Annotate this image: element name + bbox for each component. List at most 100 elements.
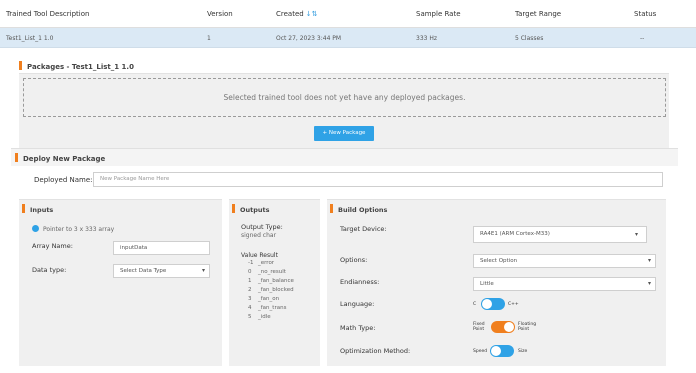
new-package-button[interactable]: + New Package — [314, 126, 374, 141]
deployed-name-row: Deployed Name: New Package Name Here — [11, 166, 678, 194]
output-row: 5 _idle — [229, 314, 320, 323]
math-type-label: Math Type: — [340, 324, 376, 332]
math-option-fixed: Fixed Point — [473, 322, 485, 332]
section-marker — [232, 204, 235, 213]
packages-empty-state: Selected trained tool does not yet have … — [23, 78, 666, 117]
output-result-header: Result — [259, 252, 278, 259]
sort-icon[interactable]: ↓⇅ — [306, 10, 318, 18]
output-row: -1 _error — [229, 260, 320, 269]
language-toggle[interactable]: C C++ — [473, 297, 533, 311]
math-type-toggle[interactable]: Fixed Point Floating Point — [473, 319, 563, 335]
data-type-select[interactable]: Select Data Type ▾ — [113, 264, 210, 278]
row-version: 1 — [207, 35, 211, 42]
output-result: _fan_blocked — [258, 287, 294, 293]
options-label: Options: — [340, 256, 368, 264]
output-row: 1 _fan_balance — [229, 278, 320, 287]
col-description[interactable]: Trained Tool Description — [6, 10, 89, 18]
chevron-down-icon: ▾ — [634, 231, 638, 238]
packages-title-text: Packages - Test1_List_1 1.0 — [27, 63, 134, 71]
packages-empty-message: Selected trained tool does not yet have … — [223, 93, 466, 102]
language-option-cpp: C++ — [508, 302, 519, 307]
deployed-name-input[interactable]: New Package Name Here — [93, 172, 663, 187]
data-type-label: Data type: — [32, 266, 67, 274]
col-version[interactable]: Version — [207, 10, 233, 18]
col-created-label: Created — [276, 10, 304, 18]
section-marker — [330, 204, 333, 213]
array-name-input[interactable]: inputData — [113, 241, 210, 255]
output-row: 4 _fan_trans — [229, 305, 320, 314]
packages-panel: Selected trained tool does not yet have … — [19, 73, 669, 148]
output-result: _fan_on — [258, 296, 280, 302]
output-result: _idle — [258, 314, 271, 320]
output-value-header: Value — [241, 252, 258, 259]
data-type-value: Select Data Type — [120, 268, 167, 274]
deploy-header: Deploy New Package — [11, 148, 678, 166]
toggle-knob — [482, 299, 492, 309]
inputs-hint: Pointer to 3 x 333 array — [32, 225, 114, 233]
target-device-select[interactable]: RA4E1 (ARM Cortex-M33) ▾ — [473, 226, 647, 243]
table-header: Trained Tool Description Version Created… — [0, 0, 696, 28]
chevron-down-icon: ▾ — [647, 280, 651, 287]
deploy-title: Deploy New Package — [15, 153, 105, 163]
deploy-title-text: Deploy New Package — [23, 155, 106, 163]
outputs-title-text: Outputs — [240, 206, 270, 214]
section-marker — [15, 153, 18, 162]
inputs-hint-text: Pointer to 3 x 333 array — [43, 226, 115, 233]
output-result: _fan_balance — [258, 278, 294, 284]
output-row: 3 _fan_on — [229, 296, 320, 305]
output-result: _error — [258, 260, 275, 266]
output-value: 5 — [248, 314, 252, 320]
inputs-panel: Inputs Pointer to 3 x 333 array Array Na… — [19, 199, 222, 366]
row-created: Oct 27, 2023 3:44 PM — [276, 35, 342, 42]
output-value: 1 — [248, 278, 252, 284]
output-type-value: signed char — [241, 232, 277, 239]
output-type-label: Output Type: — [241, 223, 283, 231]
section-marker — [22, 204, 25, 213]
optimization-label: Optimization Method: — [340, 347, 411, 355]
math-type-switch[interactable] — [491, 321, 515, 333]
inputs-title: Inputs — [22, 204, 53, 214]
optimization-toggle[interactable]: Speed Size — [473, 344, 543, 358]
output-value: 4 — [248, 305, 252, 311]
outputs-title: Outputs — [232, 204, 270, 214]
language-label: Language: — [340, 300, 375, 308]
output-row: 2 _fan_blocked — [229, 287, 320, 296]
table-row[interactable]: Test1_List_1 1.0 1 Oct 27, 2023 3:44 PM … — [0, 28, 696, 48]
output-value: 0 — [248, 269, 252, 275]
math-option-floating: Floating Point — [518, 322, 537, 332]
info-icon — [32, 225, 39, 232]
output-table-header: Value Result — [241, 252, 278, 259]
output-value: 3 — [248, 296, 252, 302]
options-select[interactable]: Select Option ▾ — [473, 254, 656, 268]
toggle-knob — [504, 322, 514, 332]
col-status[interactable]: Status — [634, 10, 656, 18]
chevron-down-icon: ▾ — [647, 257, 651, 264]
deployed-name-label: Deployed Name: — [34, 176, 93, 184]
output-value: -1 — [248, 260, 254, 266]
row-target-range: 5 Classes — [515, 35, 544, 42]
build-options-panel: Build Options Target Device: RA4E1 (ARM … — [327, 199, 666, 366]
deploy-page: Trained Tool Description Version Created… — [0, 0, 696, 373]
optimization-switch[interactable] — [490, 345, 514, 357]
language-switch[interactable] — [481, 298, 505, 310]
col-target-range[interactable]: Target Range — [515, 10, 561, 18]
col-sample-rate[interactable]: Sample Rate — [416, 10, 461, 18]
row-status: -- — [640, 35, 645, 42]
build-options-title-text: Build Options — [338, 206, 388, 214]
endianness-select[interactable]: Little ▾ — [473, 277, 656, 291]
endianness-label: Endianness: — [340, 278, 380, 286]
col-created[interactable]: Created ↓⇅ — [276, 10, 317, 18]
row-sample-rate: 333 Hz — [416, 35, 438, 42]
build-options-title: Build Options — [330, 204, 387, 214]
opt-option-speed: Speed — [473, 349, 488, 354]
toggle-knob — [491, 346, 501, 356]
options-value: Select Option — [480, 258, 518, 264]
target-device-label: Target Device: — [340, 225, 387, 233]
output-result: _no_result — [258, 269, 286, 275]
outputs-panel: Outputs Output Type: signed char Value R… — [229, 199, 320, 366]
packages-title: Packages - Test1_List_1 1.0 — [19, 61, 134, 71]
section-marker — [19, 61, 22, 70]
language-option-c: C — [473, 302, 477, 307]
opt-option-size: Size — [518, 349, 528, 354]
chevron-down-icon: ▾ — [201, 267, 205, 274]
